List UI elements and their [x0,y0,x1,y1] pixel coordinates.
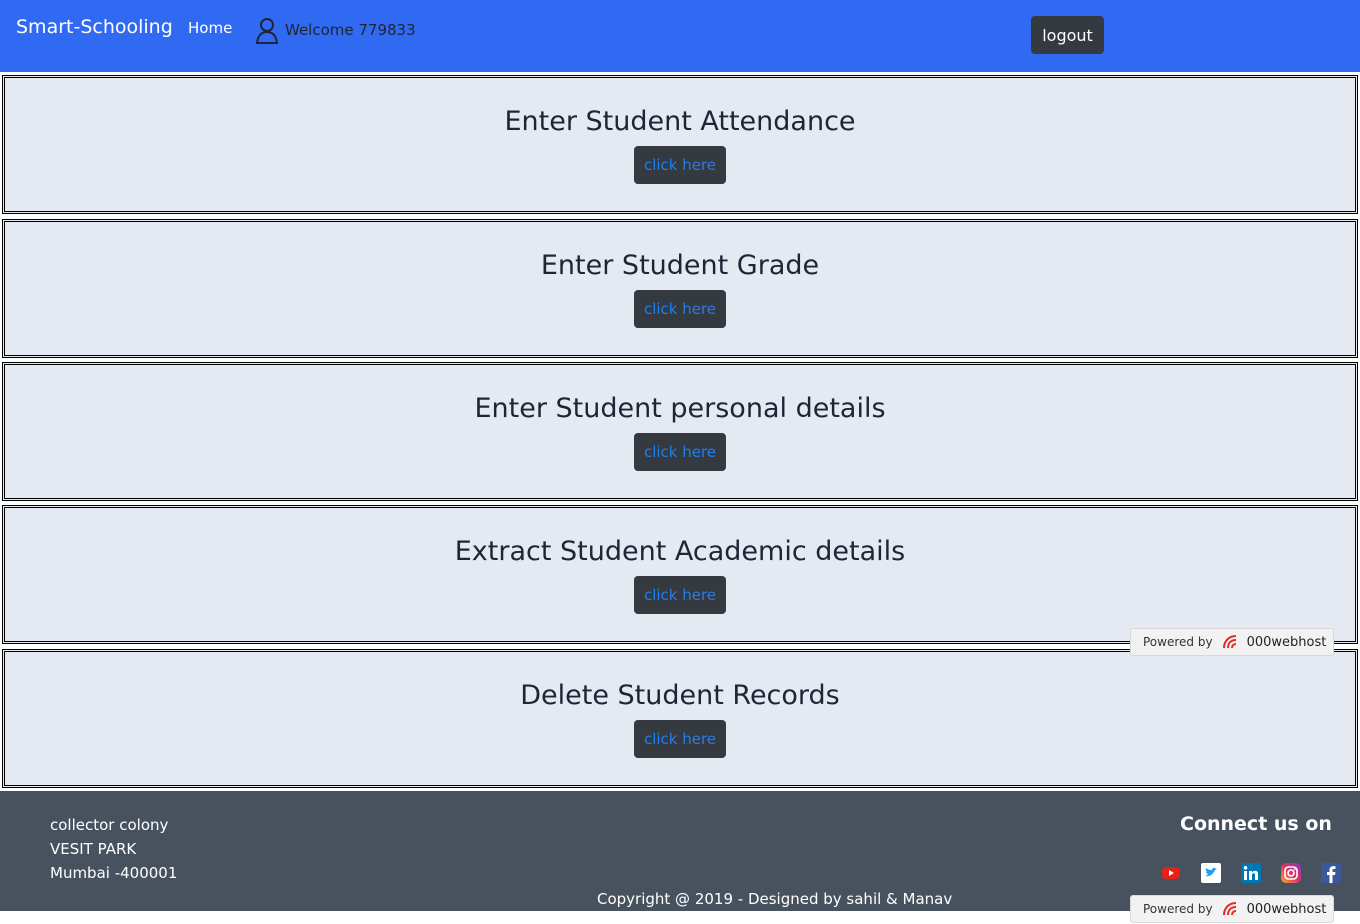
user-greeting: Welcome 779833 [255,16,416,44]
attendance-click-here-button[interactable]: click here [634,146,726,184]
academic-details-click-here-button[interactable]: click here [634,576,726,614]
panel-title: Extract Student Academic details [454,536,906,567]
panel-title: Enter Student Grade [540,250,820,281]
panel-grade: Enter Student Grade click here [2,219,1358,358]
panel-personal-details: Enter Student personal details click her… [2,362,1358,501]
youtube-icon[interactable] [1160,863,1182,883]
twitter-icon[interactable] [1200,863,1222,883]
webhost-name: 000webhost [1246,901,1327,917]
user-icon [255,16,279,44]
panel-delete-records: Delete Student Records click here [2,649,1358,788]
personal-details-click-here-button[interactable]: click here [634,433,726,471]
connect-title: Connect us on [1180,813,1332,835]
panel-title: Delete Student Records [520,680,840,711]
powered-by-badge[interactable]: Powered by 000webhost [1130,628,1334,656]
webhost-name: 000webhost [1246,634,1327,650]
facebook-icon[interactable] [1320,863,1342,883]
webhost-logo-icon [1222,902,1236,916]
top-navbar: Smart-Schooling Home Welcome 779833 logo… [0,0,1360,72]
grade-click-here-button[interactable]: click here [634,290,726,328]
powered-by-badge[interactable]: Powered by 000webhost [1130,895,1334,923]
brand-link[interactable]: Smart-Schooling [16,16,173,38]
address-line: VESIT PARK [50,840,137,858]
powered-by-label: Powered by [1143,635,1213,649]
home-link[interactable]: Home [188,19,232,37]
footer: collector colony VESIT PARK Mumbai -4000… [0,791,1360,911]
powered-by-label: Powered by [1143,902,1213,916]
webhost-brand: 000webhost [1221,633,1327,651]
social-links [1160,863,1342,883]
welcome-text: Welcome 779833 [285,21,416,39]
delete-records-click-here-button[interactable]: click here [634,720,726,758]
address-block: collector colony VESIT PARK Mumbai -4000… [50,813,177,885]
logout-button[interactable]: logout [1031,16,1104,54]
address-line: Mumbai -400001 [50,864,178,882]
webhost-logo-icon [1222,635,1236,649]
panel-title: Enter Student personal details [474,393,886,424]
webhost-brand: 000webhost [1221,900,1327,918]
panel-attendance: Enter Student Attendance click here [2,75,1358,214]
instagram-icon[interactable] [1280,863,1302,883]
panel-academic-details: Extract Student Academic details click h… [2,505,1358,644]
linkedin-icon[interactable] [1240,863,1262,883]
copyright-text: Copyright @ 2019 - Designed by sahil & M… [597,890,953,908]
panel-title: Enter Student Attendance [504,106,856,137]
address-line: collector colony [50,816,169,834]
